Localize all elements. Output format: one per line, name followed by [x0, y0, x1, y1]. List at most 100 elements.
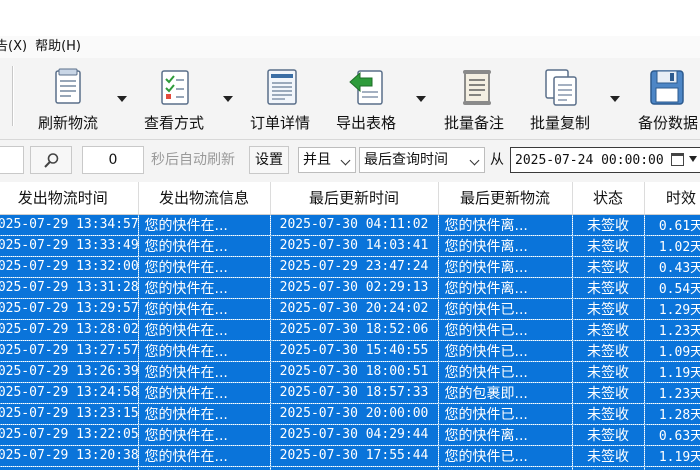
- cell-update-time[interactable]: 2025-07-30 18:00:51: [270, 361, 439, 383]
- table-row[interactable]: 2025-07-29 13:34:57 您的快件在... 2025-07-30 04…: [0, 214, 700, 236]
- menu-item-tools[interactable]: 告(X): [0, 36, 31, 58]
- cell-ship-info[interactable]: 您的快件在...: [138, 382, 271, 404]
- cell-status[interactable]: 未签收: [572, 214, 645, 236]
- table-row[interactable]: 2025-07-29 13:28:02 您的快件在... 2025-07-30 18…: [0, 319, 700, 341]
- cell-ship-time[interactable]: 2025-07-29 13:20:38: [0, 445, 139, 467]
- cell-update-info[interactable]: 您的快件已...: [438, 445, 573, 467]
- cell-ship-time[interactable]: 2025-07-29 13:26:39: [0, 361, 139, 383]
- date-from-picker[interactable]: 2025-07-24 00:00:00: [510, 147, 700, 173]
- cell-ship-time[interactable]: 2025-07-29 13:24:58: [0, 382, 139, 404]
- cell-update-time[interactable]: 2025-07-30 04:11:02: [270, 214, 439, 236]
- cell-ship-time[interactable]: 2025-07-29 13:32:00: [0, 256, 139, 278]
- export-table-button[interactable]: 导出表格: [332, 62, 430, 136]
- cell-ship-info[interactable]: 您的快件在...: [138, 466, 271, 470]
- cell-update-time[interactable]: 2025-07-30 04:29:44: [270, 424, 439, 446]
- cell-ship-time[interactable]: 2025-07-29 13:33:49: [0, 235, 139, 257]
- menu-item-help[interactable]: 帮助(H): [31, 36, 85, 58]
- cell-duration[interactable]: 1.23天: [644, 382, 700, 404]
- col-header-status[interactable]: 状态: [572, 182, 645, 215]
- refresh-logistics-button[interactable]: 刷新物流: [32, 62, 130, 136]
- cell-status[interactable]: 未签收: [572, 361, 645, 383]
- cell-update-info[interactable]: 您的包裹即...: [438, 382, 573, 404]
- view-mode-button[interactable]: 查看方式: [140, 62, 238, 136]
- cell-update-info[interactable]: 您的快件离...: [438, 277, 573, 299]
- cell-status[interactable]: 未签收: [572, 445, 645, 467]
- cell-update-info[interactable]: 您的快件已...: [438, 361, 573, 383]
- table-row[interactable]: 2025-07-29 13:20:38 您的快件在... 2025-07-30 17…: [0, 445, 700, 467]
- cell-ship-info[interactable]: 您的快件在...: [138, 298, 271, 320]
- batch-copy-button[interactable]: 批量复制: [526, 62, 624, 136]
- cell-duration[interactable]: 1.23天: [644, 466, 700, 470]
- cell-status[interactable]: 未签收: [572, 340, 645, 362]
- order-detail-button[interactable]: 订单详情: [246, 62, 320, 136]
- chevron-down-icon[interactable]: [689, 156, 697, 162]
- cell-duration[interactable]: 1.02天: [644, 235, 700, 257]
- table-row[interactable]: 2025-07-29 13:26:39 您的快件在... 2025-07-30 18…: [0, 361, 700, 383]
- cell-update-time[interactable]: 2025-07-30 17:55:44: [270, 445, 439, 467]
- table-row[interactable]: 2025-07-29 13:22:05 您的快件在... 2025-07-30 04…: [0, 424, 700, 446]
- cell-ship-time[interactable]: 2025-07-29 13:29:57: [0, 298, 139, 320]
- cell-update-info[interactable]: 您的快件离...: [438, 424, 573, 446]
- cell-duration[interactable]: 1.19天: [644, 361, 700, 383]
- cell-ship-info[interactable]: 您的快件在...: [138, 361, 271, 383]
- cell-duration[interactable]: 0.43天: [644, 256, 700, 278]
- col-header-update-time[interactable]: 最后更新时间: [270, 182, 439, 215]
- table-row[interactable]: 2025-07-29 13:19:37您的快件在...2025-07-30 18…: [0, 466, 700, 470]
- seconds-input[interactable]: 0: [82, 146, 144, 174]
- cell-duration[interactable]: 1.29天: [644, 298, 700, 320]
- cell-ship-time[interactable]: 2025-07-29 13:28:02: [0, 319, 139, 341]
- cell-ship-time[interactable]: 2025-07-29 13:22:05: [0, 424, 139, 446]
- cell-status[interactable]: 未签收: [572, 256, 645, 278]
- cell-duration[interactable]: 1.19天: [644, 445, 700, 467]
- table-row[interactable]: 2025-07-29 13:23:15 您的快件在... 2025-07-30 20…: [0, 403, 700, 425]
- cell-update-time[interactable]: 2025-07-29 23:47:24: [270, 256, 439, 278]
- logic-select[interactable]: 并且: [298, 147, 356, 173]
- cell-duration[interactable]: 1.28天: [644, 403, 700, 425]
- chevron-down-icon[interactable]: [223, 96, 233, 102]
- settings-button[interactable]: 设置: [249, 146, 289, 174]
- cell-duration[interactable]: 1.09天: [644, 340, 700, 362]
- cell-ship-time[interactable]: 2025-07-29 13:23:15: [0, 403, 139, 425]
- cell-status[interactable]: 未签收: [572, 235, 645, 257]
- chevron-down-icon[interactable]: [610, 96, 620, 102]
- batch-note-button[interactable]: 批量备注: [440, 62, 516, 136]
- cell-ship-info[interactable]: 您的快件在...: [138, 277, 271, 299]
- cell-update-info[interactable]: 您的快件已...: [438, 403, 573, 425]
- cell-ship-info[interactable]: 您的快件在...: [138, 319, 271, 341]
- cell-ship-time[interactable]: 2025-07-29 13:31:28: [0, 277, 139, 299]
- cell-duration[interactable]: 0.54天: [644, 277, 700, 299]
- table-row[interactable]: 2025-07-29 13:24:58 您的快件在... 2025-07-30 18…: [0, 382, 700, 404]
- cell-update-info[interactable]: 您的快件已...: [438, 319, 573, 341]
- backup-data-button[interactable]: 备份数据: [636, 62, 700, 136]
- table-row[interactable]: 2025-07-29 13:33:49 您的快件在... 2025-07-30 14…: [0, 235, 700, 257]
- col-header-ship-time[interactable]: 发出物流时间: [0, 182, 139, 215]
- cell-update-info[interactable]: 您的快件离...: [438, 235, 573, 257]
- cell-status[interactable]: 未签收: [572, 277, 645, 299]
- cell-update-time[interactable]: 2025-07-30 18:55:43: [270, 466, 439, 470]
- cell-ship-time[interactable]: 2025-07-29 13:19:37: [0, 466, 139, 470]
- cell-status[interactable]: 未签收: [572, 466, 645, 470]
- chevron-down-icon[interactable]: [416, 96, 426, 102]
- cell-update-info[interactable]: 您的快件离...: [438, 214, 573, 236]
- cell-update-time[interactable]: 2025-07-30 14:03:41: [270, 235, 439, 257]
- table-row[interactable]: 2025-07-29 13:27:57 您的快件在... 2025-07-30 15…: [0, 340, 700, 362]
- search-button[interactable]: [30, 146, 72, 174]
- calendar-icon[interactable]: [671, 153, 684, 166]
- cell-ship-time[interactable]: 2025-07-29 13:34:57: [0, 214, 139, 236]
- cell-update-time[interactable]: 2025-07-30 20:00:00: [270, 403, 439, 425]
- table-row[interactable]: 2025-07-29 13:29:57 您的快件在... 2025-07-30 20…: [0, 298, 700, 320]
- cell-ship-time[interactable]: 2025-07-29 13:27:57: [0, 340, 139, 362]
- chevron-down-icon[interactable]: [117, 96, 127, 102]
- table-row[interactable]: 2025-07-29 13:32:00 您的快件在... 2025-07-29 23…: [0, 256, 700, 278]
- cell-update-time[interactable]: 2025-07-30 15:40:55: [270, 340, 439, 362]
- cell-ship-info[interactable]: 您的快件在...: [138, 403, 271, 425]
- cell-duration[interactable]: 0.61天: [644, 214, 700, 236]
- cell-status[interactable]: 未签收: [572, 424, 645, 446]
- cell-status[interactable]: 未签收: [572, 382, 645, 404]
- cell-update-info[interactable]: 您的快件离...: [438, 256, 573, 278]
- cell-duration[interactable]: 1.23天: [644, 319, 700, 341]
- keyword-input[interactable]: [0, 146, 24, 174]
- cell-ship-info[interactable]: 您的快件在...: [138, 340, 271, 362]
- col-header-ship-info[interactable]: 发出物流信息: [138, 182, 271, 215]
- cell-status[interactable]: 未签收: [572, 298, 645, 320]
